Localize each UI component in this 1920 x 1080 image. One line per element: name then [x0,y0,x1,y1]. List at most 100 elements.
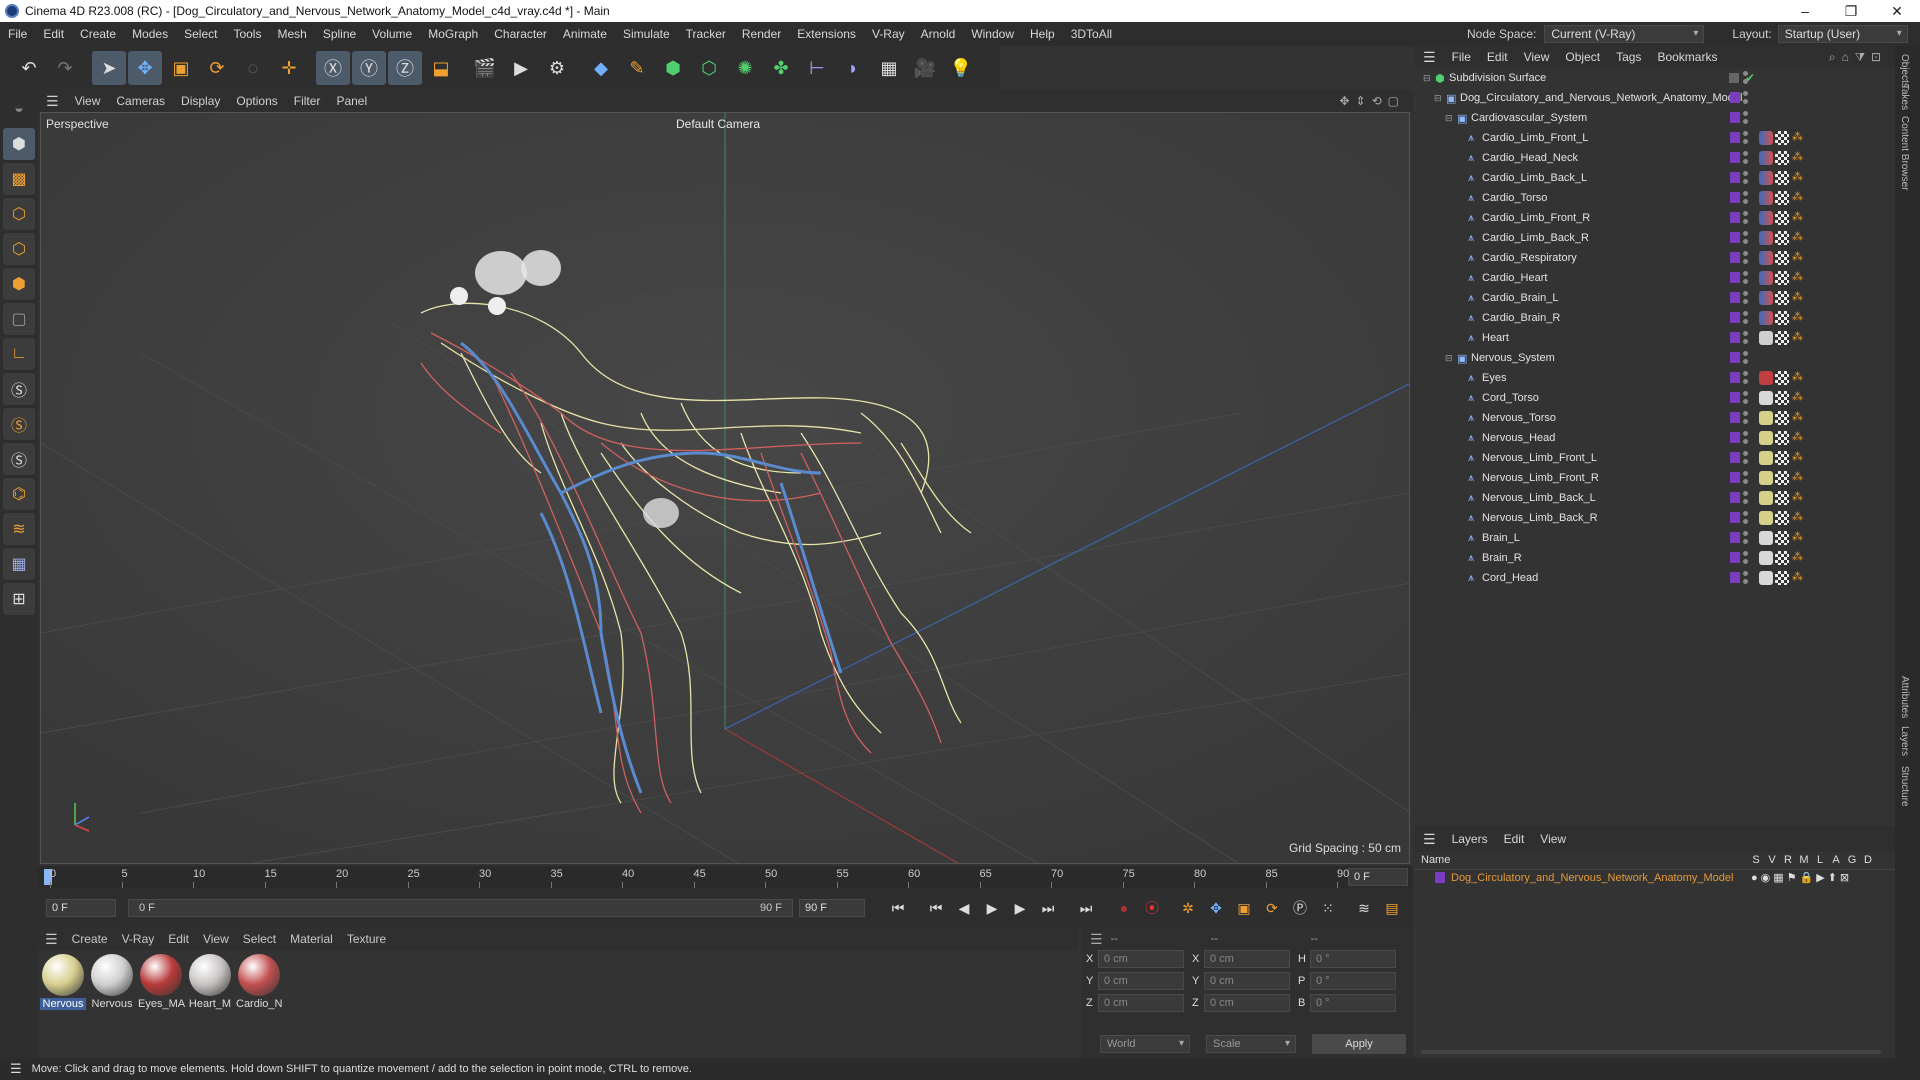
node-space-dropdown[interactable]: Current (V-Ray) [1544,25,1705,43]
coords-menu-icon[interactable]: ☰ [1082,931,1111,948]
vray-tag-icon[interactable]: ⁂ [1792,210,1803,223]
current-frame-field[interactable]: 0 F [1348,868,1408,886]
material-menu-edit[interactable]: Edit [161,932,196,946]
object-name[interactable]: Cardio_Limb_Back_R [1482,232,1589,244]
object-name[interactable]: Cardio_Brain_L [1482,292,1558,304]
material-tag-icon[interactable] [1759,371,1773,385]
layer-flag-header[interactable]: A [1828,854,1844,866]
material-menu-view[interactable]: View [196,932,236,946]
render-dot[interactable] [1743,399,1748,404]
key-rotation-icon[interactable]: ⟳ [1259,895,1285,921]
material-tag-icon[interactable] [1759,471,1773,485]
object-row[interactable]: ⊟ ▣ Cardiovascular_System [1415,108,1895,128]
next-key-icon[interactable]: ⏭ [1035,895,1061,921]
visibility-dot[interactable] [1743,71,1748,76]
vray-tag-icon[interactable]: ⁂ [1792,490,1803,503]
render-dot[interactable] [1743,99,1748,104]
object-row[interactable]: ⩚ Cardio_Torso ⁂ [1415,188,1895,208]
layer-color-swatch[interactable] [1730,212,1740,223]
side-tab-attributes[interactable]: Attributes [1899,676,1910,718]
render-dot[interactable] [1743,79,1748,84]
redo-icon[interactable]: ↷ [48,51,82,85]
material-tag-icon[interactable] [1759,271,1773,285]
object-row[interactable]: ⩚ Brain_R ⁂ [1415,548,1895,568]
layer-color-swatch[interactable] [1730,172,1740,183]
material-item[interactable]: Nervous [89,954,135,1010]
snap-settings-icon[interactable]: Ⓢ [3,408,35,440]
locked-workplane-icon[interactable]: ⊞ [3,583,35,615]
material-tag-icon[interactable] [1759,211,1773,225]
layer-scrollbar[interactable] [1421,1050,1881,1054]
coords-mode-dropdown[interactable]: Scale [1206,1035,1296,1053]
layer-color-swatch[interactable] [1730,392,1740,403]
layer-menu-layers[interactable]: Layers [1444,832,1496,846]
edit-toggle-icon[interactable] [1729,73,1739,83]
render-dot[interactable] [1743,259,1748,264]
object-row[interactable]: ⩚ Cardio_Respiratory ⁂ [1415,248,1895,268]
autokey-icon[interactable]: ⦿ [1139,895,1165,921]
material-tag-icon[interactable] [1759,331,1773,345]
visibility-dot[interactable] [1743,551,1748,556]
object-row[interactable]: ⩚ Cardio_Limb_Front_L ⁂ [1415,128,1895,148]
interpolation-icon[interactable]: ≋ [1351,895,1377,921]
layer-color-swatch[interactable] [1730,192,1740,203]
model-mode-icon[interactable]: ⬢ [3,128,35,160]
uvw-tag-icon[interactable] [1775,451,1789,465]
polygons-mode-icon[interactable]: ⬢ [3,268,35,300]
object-row[interactable]: ⩚ Brain_L ⁂ [1415,528,1895,548]
go-to-end-icon[interactable]: ⏭ [1073,895,1099,921]
coord-value-field[interactable]: 0 ° [1310,950,1396,968]
material-menu-texture[interactable]: Texture [340,932,393,946]
menu-mograph[interactable]: MoGraph [420,27,486,41]
object-name[interactable]: Cord_Head [1482,572,1538,584]
minimize-button[interactable]: – [1782,3,1828,20]
render-dot[interactable] [1743,439,1748,444]
render-dot[interactable] [1743,339,1748,344]
undo-icon[interactable]: ↶ [12,51,46,85]
coord-value-field[interactable]: 0 cm [1098,950,1184,968]
uvw-tag-icon[interactable] [1775,511,1789,525]
object-name[interactable]: Heart [1482,332,1509,344]
render-to-picture-viewer-icon[interactable]: ▶ [504,51,538,85]
uvw-tag-icon[interactable] [1775,371,1789,385]
uv-mode-icon[interactable]: ▢ [3,303,35,335]
move-tool-icon[interactable]: ✥ [128,51,162,85]
expand-toggle-icon[interactable]: ⊟ [1434,93,1442,104]
render-dot[interactable] [1743,159,1748,164]
layer-color-swatch[interactable] [1435,872,1445,883]
visibility-dot[interactable] [1743,151,1748,156]
uvw-tag-icon[interactable] [1775,431,1789,445]
coord-value-field[interactable]: 0 ° [1310,994,1396,1012]
render-dot[interactable] [1743,219,1748,224]
material-menu-select[interactable]: Select [236,932,283,946]
layer-row-name[interactable]: Dog_Circulatory_and_Nervous_Network_Anat… [1451,872,1733,884]
vray-tag-icon[interactable]: ⁂ [1792,150,1803,163]
object-menu-tags[interactable]: Tags [1608,50,1649,64]
viewport-menu-cameras[interactable]: Cameras [108,94,173,108]
layer-color-swatch[interactable] [1730,572,1740,583]
workplane-icon[interactable]: ≋ [3,513,35,545]
visibility-dot[interactable] [1743,531,1748,536]
visibility-dot[interactable] [1743,291,1748,296]
layer-color-swatch[interactable] [1730,492,1740,503]
layer-flag-header[interactable]: R [1780,854,1796,866]
object-name[interactable]: Dog_Circulatory_and_Nervous_Network_Anat… [1460,92,1742,104]
uvw-tag-icon[interactable] [1775,271,1789,285]
vray-tag-icon[interactable]: ⁂ [1792,470,1803,483]
object-row[interactable]: ⩚ Nervous_Limb_Front_R ⁂ [1415,468,1895,488]
snap-enable-icon[interactable]: Ⓢ [3,443,35,475]
vray-tag-icon[interactable]: ⁂ [1792,530,1803,543]
layer-color-swatch[interactable] [1730,432,1740,443]
object-row[interactable]: ⩚ Nervous_Torso ⁂ [1415,408,1895,428]
render-dot[interactable] [1743,319,1748,324]
object-name[interactable]: Nervous_Limb_Back_L [1482,492,1596,504]
object-row[interactable]: ⩚ Eyes ⁂ [1415,368,1895,388]
render-dot[interactable] [1743,139,1748,144]
layer-toggle-icons[interactable]: ●◉▦⚑🔒▶⬆⊠ [1751,871,1852,884]
layer-flag-header[interactable]: M [1796,854,1812,866]
menu-extensions[interactable]: Extensions [789,27,864,41]
go-to-start-icon[interactable]: ⏮ [885,895,911,921]
viewport-menu-filter[interactable]: Filter [286,94,329,108]
object-name[interactable]: Cord_Torso [1482,392,1539,404]
object-name[interactable]: Nervous_Limb_Front_L [1482,452,1597,464]
